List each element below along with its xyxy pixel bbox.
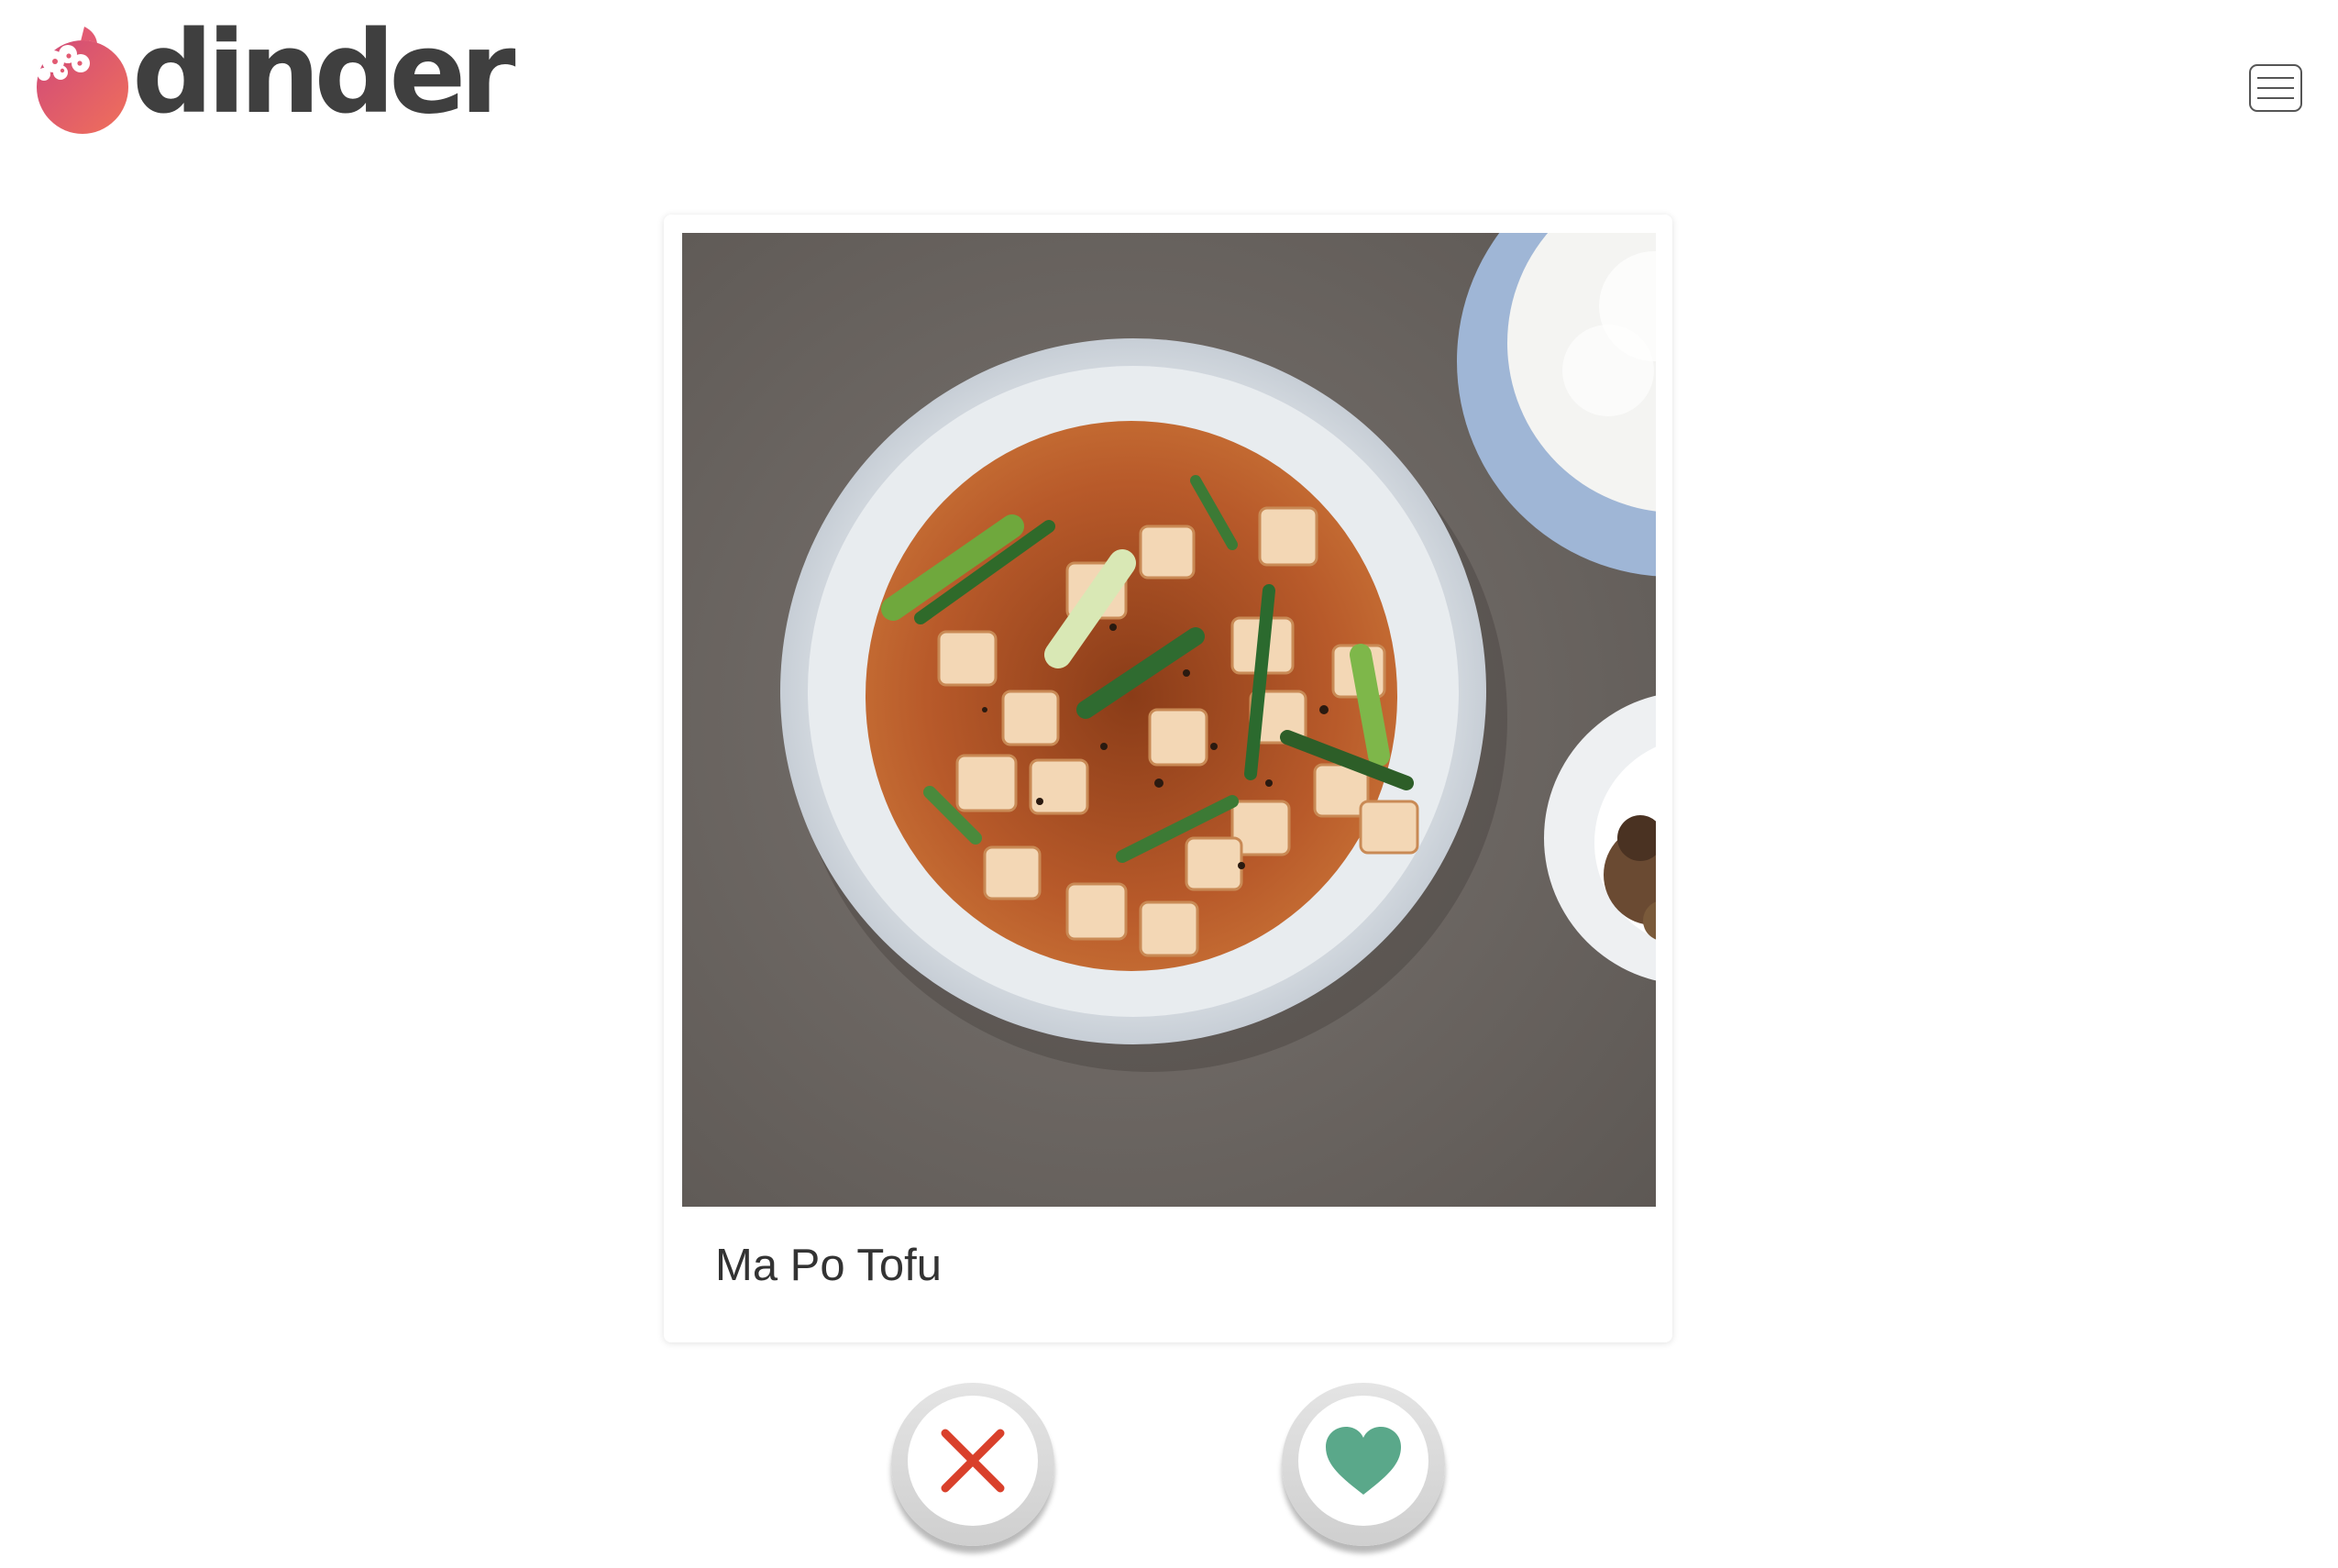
dish-title: Ma Po Tofu <box>715 1241 942 1290</box>
dish-card[interactable]: Ma Po Tofu <box>664 215 1672 1342</box>
app-page: dinder Ma Po Tofu <box>0 0 2338 1568</box>
like-button-face <box>1298 1396 1428 1526</box>
ma-po-tofu-photo <box>682 233 1656 1207</box>
close-icon <box>941 1429 1005 1493</box>
brand-logo[interactable]: dinder <box>33 17 516 138</box>
reject-button-face <box>908 1396 1038 1526</box>
hamburger-icon <box>2257 77 2294 79</box>
heart-icon <box>1326 1427 1401 1495</box>
hamburger-icon-bar <box>2257 97 2294 99</box>
menu-button[interactable] <box>2249 64 2302 112</box>
reject-button[interactable] <box>891 1383 1054 1546</box>
hamburger-icon-bar <box>2257 87 2294 89</box>
brand-name: dinder <box>132 7 516 139</box>
brand-logo-mark <box>37 27 128 134</box>
like-button[interactable] <box>1282 1383 1445 1546</box>
